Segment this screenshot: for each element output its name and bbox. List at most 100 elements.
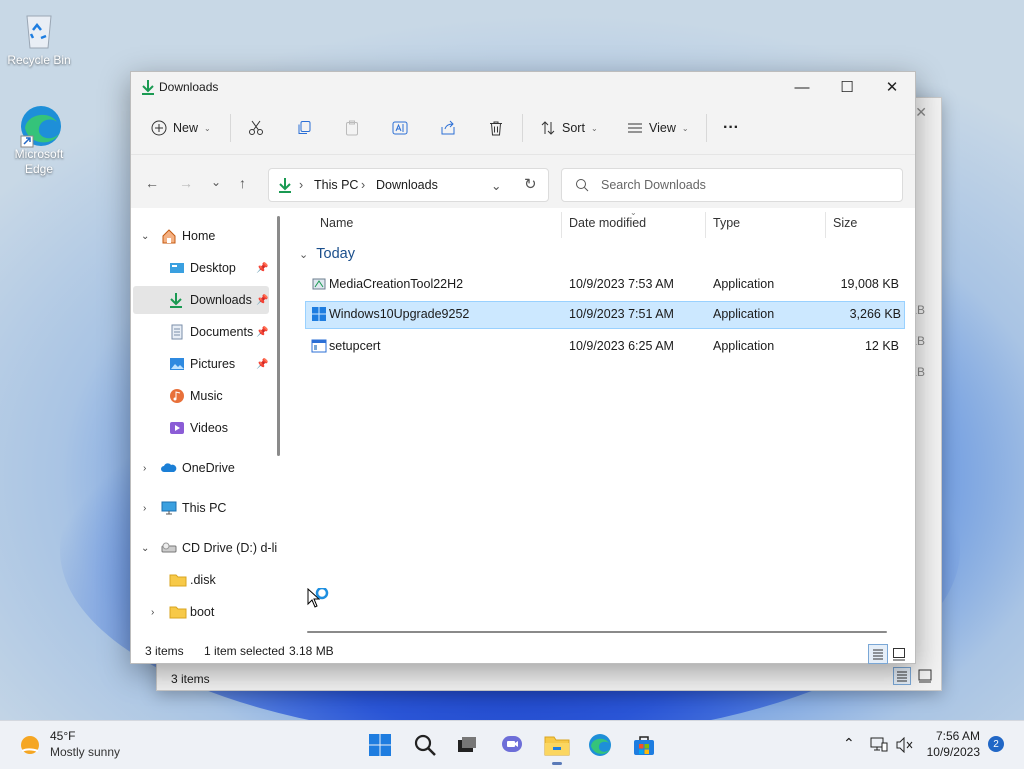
sidebar-item-music[interactable]: Music — [133, 382, 269, 410]
group-header-today[interactable]: ⌄ Today — [299, 246, 355, 262]
explorer-window[interactable]: Downloads — ☐ ✕ New ⌄ Sort ⌄ View ⌄ ··· … — [130, 71, 916, 664]
pin-icon[interactable]: 📌 — [256, 359, 268, 370]
breadcrumb-separator-icon[interactable]: › — [299, 178, 303, 192]
column-header-type[interactable]: Type — [713, 216, 740, 230]
maximize-button[interactable]: ☐ — [824, 72, 870, 102]
trash-icon — [490, 121, 502, 136]
scissors-icon — [249, 120, 263, 135]
toolbar-divider — [706, 114, 707, 142]
weather-description[interactable]: Mostly sunny — [50, 745, 120, 759]
more-options-button[interactable]: ··· — [723, 116, 739, 140]
file-explorer-taskbar-icon[interactable] — [543, 731, 571, 765]
close-icon[interactable]: ✕ — [915, 104, 927, 121]
details-view-button[interactable] — [868, 644, 888, 664]
sidebar-item-this-pc[interactable]: › This PC — [133, 494, 269, 522]
recycle-bin-shortcut[interactable]: Recycle Bin — [3, 10, 75, 68]
new-button[interactable]: New ⌄ — [151, 116, 211, 140]
column-header-date-modified[interactable]: Date modified — [569, 216, 646, 230]
minimize-button[interactable]: — — [779, 72, 825, 102]
chevron-right-icon[interactable]: › — [151, 607, 154, 618]
sidebar-item-boot-folder[interactable]: › boot — [133, 598, 269, 626]
breadcrumb-separator-icon[interactable]: › — [361, 178, 365, 192]
sort-button[interactable]: Sort ⌄ — [540, 116, 598, 140]
sort-icon — [541, 121, 555, 135]
network-icon[interactable] — [870, 737, 888, 756]
sidebar-item-pictures[interactable]: Pictures 📌 — [133, 350, 269, 378]
chevron-down-icon[interactable]: ⌄ — [141, 231, 149, 242]
notification-badge[interactable]: 2 — [988, 736, 1004, 752]
breadcrumb-downloads[interactable]: Downloads — [376, 178, 438, 192]
copy-button[interactable] — [296, 116, 312, 140]
up-arrow-icon[interactable]: ↑ — [239, 175, 246, 191]
edge-shortcut[interactable]: Microsoft Edge — [3, 104, 75, 177]
sidebar-item-desktop[interactable]: Desktop 📌 — [133, 254, 269, 282]
cloud-icon — [161, 460, 177, 476]
tiles-view-button[interactable] — [917, 668, 933, 687]
delete-button[interactable] — [488, 116, 504, 140]
weather-sun-icon[interactable] — [16, 731, 44, 762]
sidebar-item-label: Home — [182, 229, 216, 243]
tiles-view-button[interactable] — [889, 644, 909, 664]
rename-button[interactable] — [392, 116, 408, 140]
cut-button[interactable] — [248, 116, 264, 140]
pin-icon[interactable]: 📌 — [256, 295, 268, 306]
task-view-icon[interactable] — [453, 731, 481, 759]
column-divider[interactable] — [705, 212, 706, 238]
close-button[interactable]: ✕ — [869, 72, 915, 102]
status-item-count: 3 items — [171, 672, 210, 686]
chevron-up-icon[interactable]: ⌃ — [843, 735, 855, 752]
share-button[interactable] — [440, 116, 456, 140]
start-button[interactable] — [366, 731, 394, 759]
home-icon — [161, 228, 177, 244]
sidebar-item-documents[interactable]: Documents 📌 — [133, 318, 269, 346]
search-icon[interactable] — [411, 731, 439, 759]
table-row[interactable]: setupcert 10/9/2023 6:25 AM Application … — [305, 333, 903, 359]
table-row[interactable]: MediaCreationTool22H2 10/9/2023 7:53 AM … — [305, 271, 903, 297]
sidebar-item-disk-folder[interactable]: .disk — [133, 566, 269, 594]
horizontal-scrollbar[interactable] — [307, 631, 887, 633]
search-box[interactable]: Search Downloads — [561, 168, 903, 202]
sidebar-item-cd-drive[interactable]: ⌄ CD Drive (D:) d-li — [133, 534, 277, 562]
clock-time[interactable]: 7:56 AM — [930, 729, 980, 743]
status-bar: 3 items 1 item selected 3.18 MB — [131, 639, 915, 664]
sidebar-item-label: Desktop — [190, 261, 236, 275]
pin-icon[interactable]: 📌 — [256, 327, 268, 338]
teams-chat-icon[interactable] — [498, 731, 526, 759]
chevron-right-icon[interactable]: › — [143, 463, 146, 474]
chevron-right-icon[interactable]: › — [143, 503, 146, 514]
clock-date[interactable]: 10/9/2023 — [922, 745, 980, 759]
weather-temperature[interactable]: 45°F — [50, 729, 75, 743]
column-divider[interactable] — [561, 212, 562, 238]
title-bar[interactable]: Downloads — ☐ ✕ — [131, 72, 915, 102]
forward-arrow-icon[interactable]: → — [179, 175, 193, 191]
status-selection-size: 3.18 MB — [289, 644, 334, 658]
nav-pane-scrollbar[interactable] — [277, 216, 280, 456]
speaker-muted-icon[interactable] — [896, 736, 914, 756]
edge-label-line2: Edge — [24, 162, 54, 176]
file-size: 3,266 KB — [849, 307, 901, 321]
file-type: Application — [713, 339, 775, 353]
column-header-size[interactable]: Size — [833, 216, 857, 230]
sort-label: Sort — [562, 121, 585, 135]
paste-button[interactable] — [344, 116, 360, 140]
details-view-button[interactable] — [893, 667, 911, 688]
sidebar-item-downloads[interactable]: Downloads 📌 — [133, 286, 269, 314]
back-arrow-icon[interactable]: ← — [145, 175, 159, 191]
refresh-icon[interactable]: ↻ — [524, 175, 537, 193]
recent-locations-chevron-icon[interactable]: ⌄ — [211, 175, 221, 189]
sidebar-item-videos[interactable]: Videos — [133, 414, 269, 442]
sidebar-item-onedrive[interactable]: › OneDrive — [133, 454, 269, 482]
address-bar[interactable]: › This PC › Downloads ⌄ ↻ — [268, 168, 549, 202]
column-divider[interactable] — [825, 212, 826, 238]
sidebar-item-home[interactable]: ⌄ Home — [133, 222, 269, 250]
chevron-down-icon[interactable]: ⌄ — [141, 543, 149, 554]
column-header-name[interactable]: Name — [320, 216, 353, 230]
list-view-icon — [628, 123, 642, 133]
breadcrumb-this-pc[interactable]: This PC — [314, 178, 358, 192]
view-button[interactable]: View ⌄ — [627, 116, 689, 140]
address-dropdown-chevron-icon[interactable]: ⌄ — [491, 178, 501, 193]
store-icon[interactable] — [630, 731, 658, 759]
table-row-selected[interactable]: Windows10Upgrade9252 10/9/2023 7:51 AM A… — [305, 301, 905, 329]
edge-taskbar-icon[interactable] — [586, 731, 614, 759]
pin-icon[interactable]: 📌 — [256, 263, 268, 274]
